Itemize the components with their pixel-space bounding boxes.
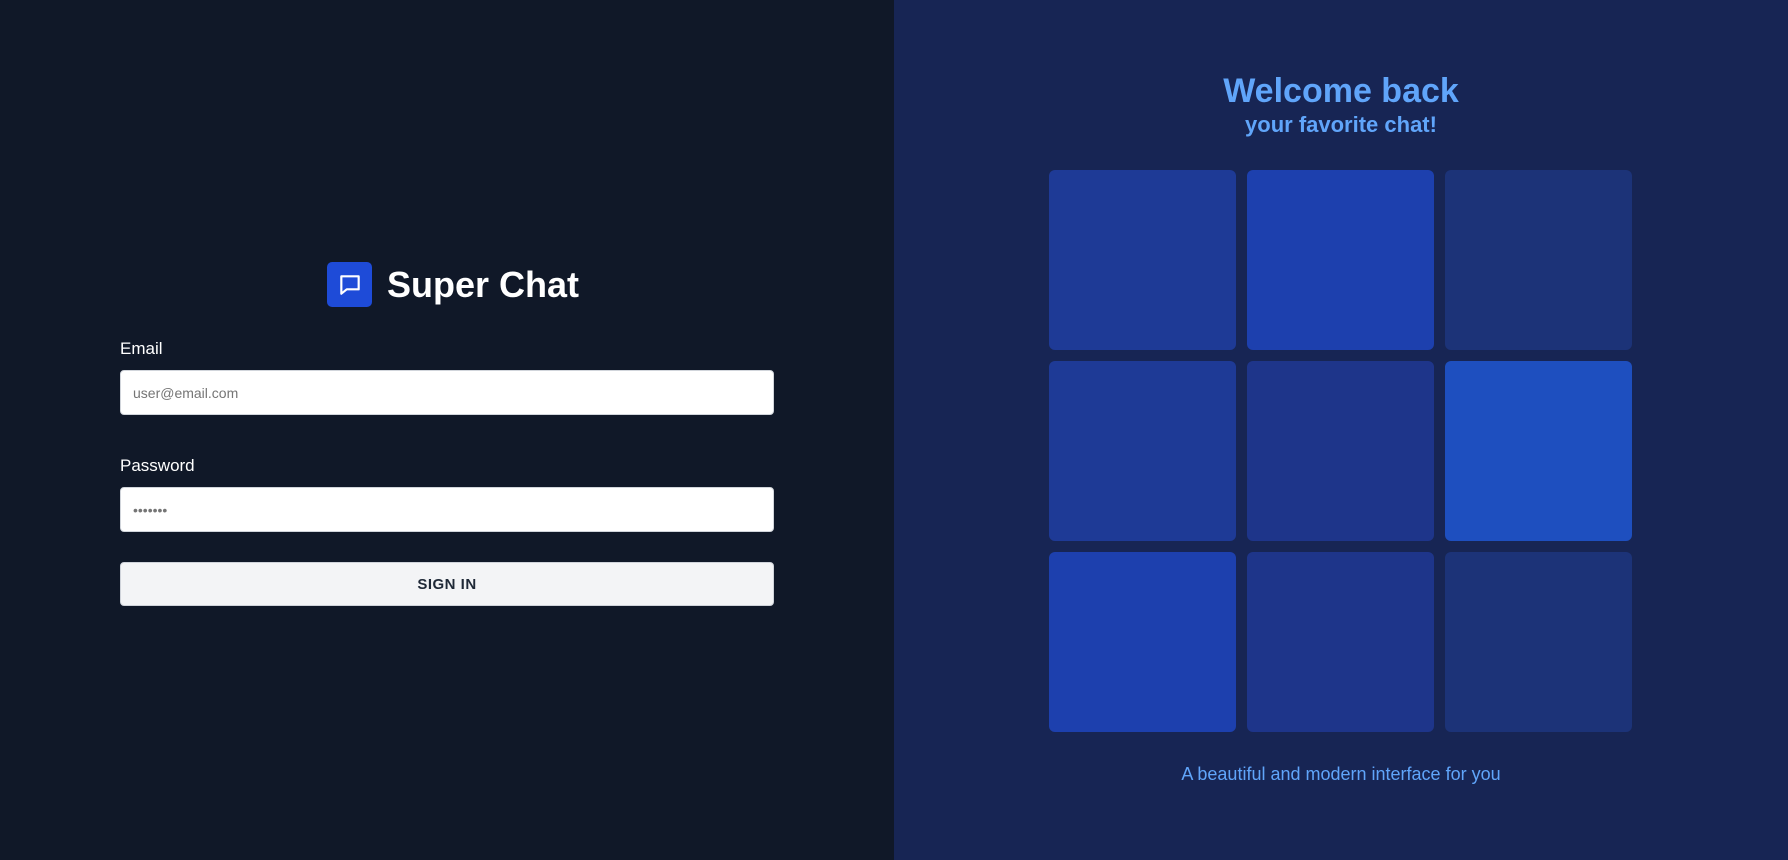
email-label: Email bbox=[120, 339, 163, 358]
chat-bubble-icon bbox=[327, 262, 372, 307]
tile-grid bbox=[1049, 170, 1632, 732]
grid-tile bbox=[1445, 170, 1632, 350]
grid-tile bbox=[1049, 170, 1236, 350]
welcome-panel: Welcome back your favorite chat! A beaut… bbox=[894, 0, 1788, 860]
login-form: Email Password SIGN IN bbox=[120, 338, 774, 606]
welcome-header: Welcome back your favorite chat! bbox=[894, 70, 1788, 138]
grid-tile bbox=[1445, 552, 1632, 732]
password-field[interactable] bbox=[120, 487, 774, 532]
password-label: Password bbox=[120, 456, 195, 475]
email-field[interactable] bbox=[120, 370, 774, 415]
login-panel: Super Chat Email Password SIGN IN bbox=[0, 0, 894, 860]
brand: Super Chat bbox=[327, 262, 579, 307]
grid-tile bbox=[1247, 552, 1434, 732]
welcome-subtitle: your favorite chat! bbox=[1245, 112, 1437, 137]
grid-tile bbox=[1445, 361, 1632, 541]
app-title: Super Chat bbox=[387, 263, 580, 305]
grid-tile bbox=[1247, 361, 1434, 541]
tagline: A beautiful and modern interface for you bbox=[1181, 764, 1501, 784]
welcome-title: Welcome back bbox=[1223, 72, 1459, 110]
grid-tile bbox=[1247, 170, 1434, 350]
grid-tile bbox=[1049, 361, 1236, 541]
sign-in-button[interactable]: SIGN IN bbox=[120, 562, 774, 606]
grid-tile bbox=[1049, 552, 1236, 732]
